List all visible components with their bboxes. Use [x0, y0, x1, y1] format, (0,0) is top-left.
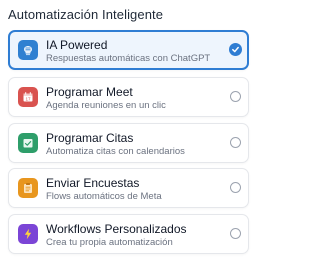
radio-button[interactable] [230, 182, 241, 193]
calendar-icon: 17 [18, 87, 38, 107]
lightning-icon [18, 224, 38, 244]
option-subtitle: Flows automáticos de Meta [46, 191, 162, 202]
option-title: Workflows Personalizados [46, 222, 187, 236]
section-title: Automatización Inteligente [8, 7, 164, 22]
brain-icon [18, 40, 38, 60]
option-subtitle: Automatiza citas con calendarios [46, 146, 185, 157]
option-title: Programar Citas [46, 131, 134, 145]
option-enviar-encuestas[interactable]: Enviar Encuestas Flows automáticos de Me… [8, 168, 249, 208]
radio-button[interactable] [230, 137, 241, 148]
option-programar-citas[interactable]: Programar Citas Automatiza citas con cal… [8, 123, 249, 163]
option-title: Programar Meet [46, 85, 133, 99]
calendar-check-icon [18, 133, 38, 153]
radio-button[interactable] [230, 91, 241, 102]
option-ia-powered[interactable]: IA Powered Respuestas automáticas con Ch… [8, 30, 249, 70]
clipboard-icon [18, 178, 38, 198]
option-title: Enviar Encuestas [46, 176, 140, 190]
option-subtitle: Agenda reuniones en un clic [46, 100, 166, 111]
option-subtitle: Respuestas automáticas con ChatGPT [46, 53, 211, 64]
radio-checked-icon[interactable] [229, 43, 242, 56]
option-subtitle: Crea tu propia automatización [46, 237, 173, 248]
option-workflows-personalizados[interactable]: Workflows Personalizados Crea tu propia … [8, 214, 249, 254]
option-title: IA Powered [46, 38, 108, 52]
radio-button[interactable] [230, 228, 241, 239]
svg-text:17: 17 [25, 97, 31, 102]
option-programar-meet[interactable]: 17 Programar Meet Agenda reuniones en un… [8, 77, 249, 117]
